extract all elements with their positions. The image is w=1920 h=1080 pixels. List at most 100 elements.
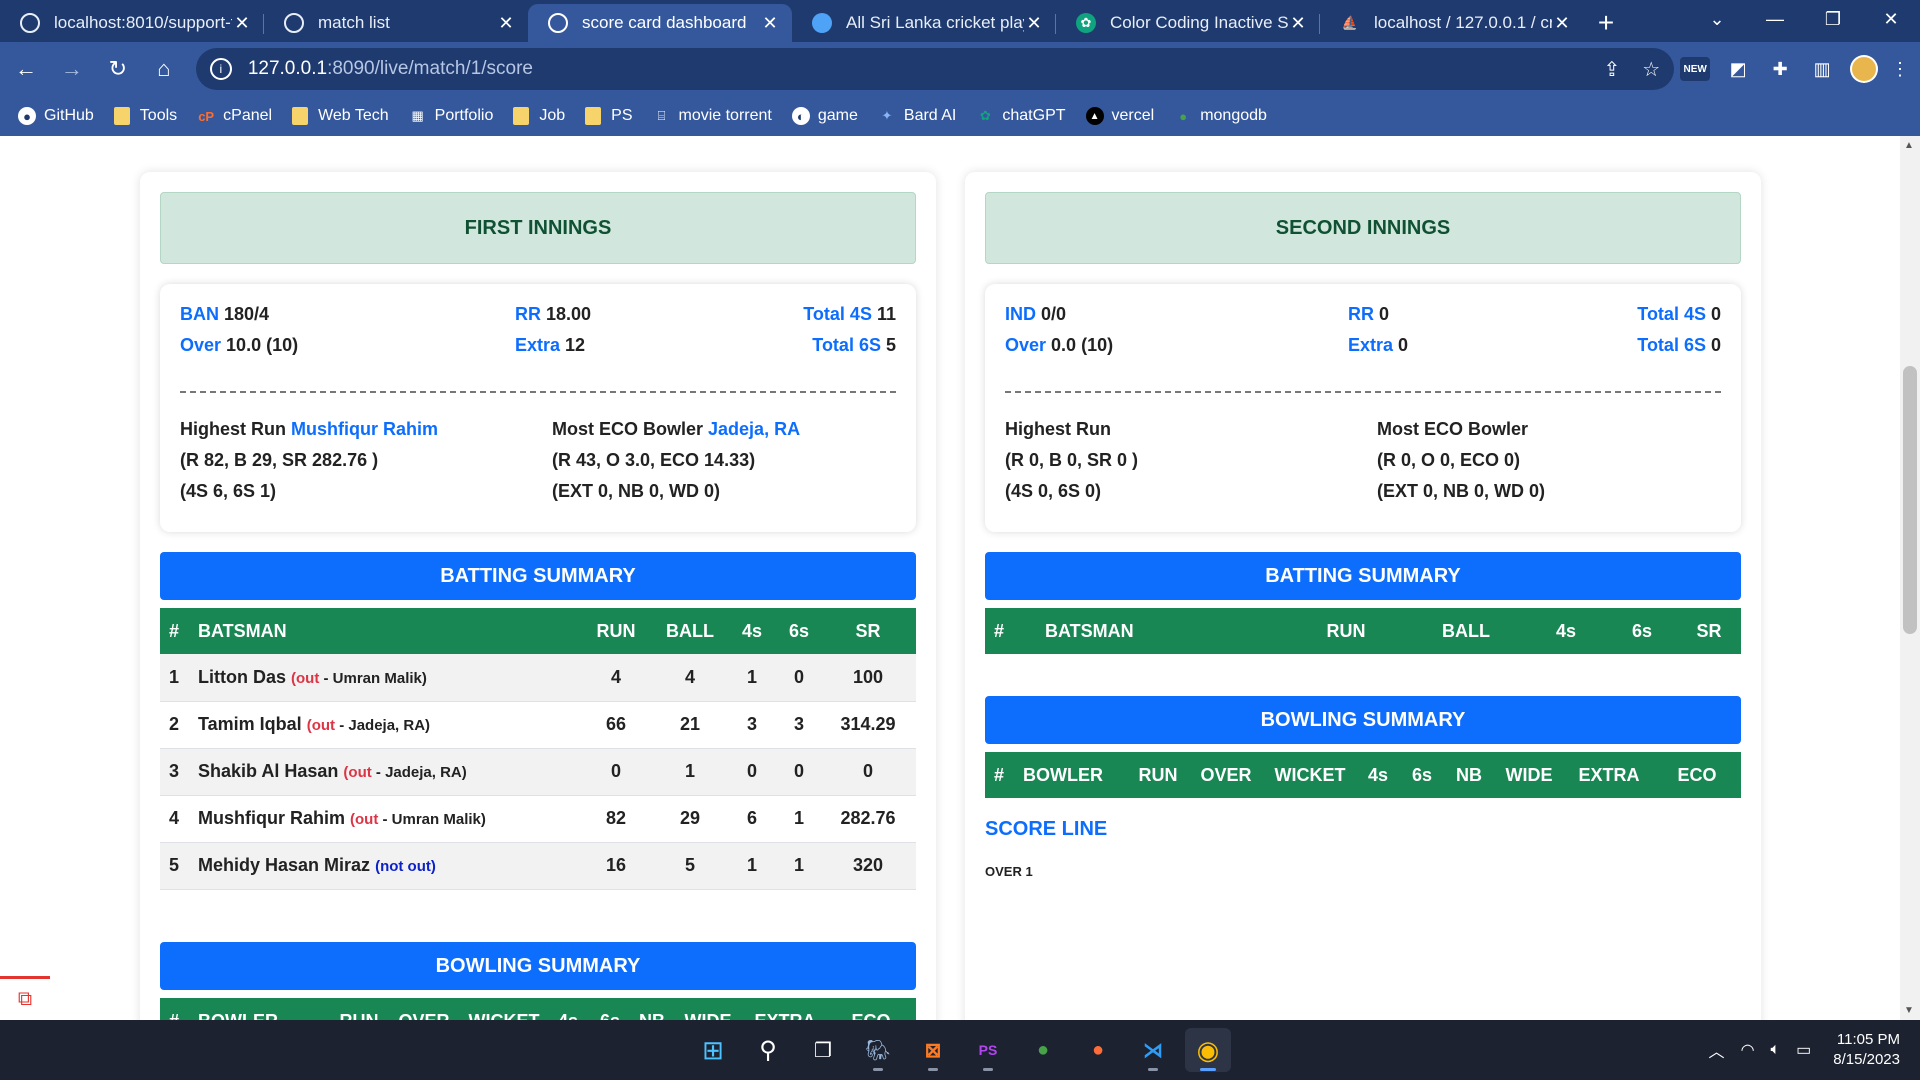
sixes-cell: 1 (778, 795, 820, 843)
bookmark-job[interactable]: Job (513, 107, 565, 125)
over-value: 0.0 (10) (1051, 335, 1114, 355)
extension-icon[interactable]: ◩ (1718, 49, 1758, 89)
start-icon[interactable]: ⊞ (690, 1028, 736, 1072)
batting-summary-bar: BATTING SUMMARY (985, 552, 1741, 600)
dismissed-by: - Jadeja, RA) (371, 764, 467, 781)
system-tray: ︿ ◠ 🔈︎ ▭ 11:05 PM 8/15/2023 (1709, 1030, 1900, 1070)
row-number: 3 (160, 748, 198, 796)
first-innings-panel: FIRST INNINGS BAN 180/4 RR 18.00 Total 4… (140, 172, 936, 1020)
eco-bowler-stats: (R 0, O 0, ECO 0) (1377, 450, 1521, 470)
new-extension-icon[interactable]: NEW (1680, 57, 1711, 81)
table-header-row: # BATSMAN RUN BALL 4s 6s SR (985, 608, 1741, 654)
close-icon[interactable]: ✕ (1024, 13, 1044, 34)
postman-icon[interactable]: ● (1075, 1028, 1121, 1072)
ball-cell: 1 (654, 748, 726, 796)
wifi-icon[interactable]: ◠ (1741, 1040, 1755, 1060)
folder-icon (292, 107, 309, 125)
xampp-icon[interactable]: ⊠ (910, 1028, 956, 1072)
bookmark-tools[interactable]: Tools (113, 107, 177, 125)
scrollbar-thumb[interactable] (1903, 366, 1917, 634)
browser-tab-4[interactable]: All Sri Lanka cricket players, ✕ (792, 4, 1056, 42)
cpanel-icon: cP (198, 108, 215, 124)
vscode-icon[interactable]: ⋊ (1130, 1028, 1176, 1072)
bookmark-cpanel[interactable]: cP cPanel (197, 107, 272, 125)
chrome-icon[interactable]: ◉ (1185, 1028, 1231, 1072)
tab-search-icon[interactable]: ⌄ (1688, 0, 1746, 38)
browser-tab-1[interactable]: localhost:8010/support-tick ✕ (0, 4, 264, 42)
page-viewport: FIRST INNINGS BAN 180/4 RR 18.00 Total 4… (0, 136, 1920, 1020)
folder-icon (585, 107, 602, 125)
url-host: 127.0.0.1 (247, 58, 328, 79)
vercel-icon: ▲ (1085, 107, 1104, 125)
mongodb-compass-icon[interactable]: ● (1020, 1028, 1066, 1072)
browser-tab-2[interactable]: match list ✕ (264, 4, 528, 42)
volume-icon[interactable]: 🔈︎ (1771, 1041, 1781, 1059)
bookmark-github[interactable]: ● GitHub (18, 107, 94, 125)
bookmark-mongodb[interactable]: ● mongodb (1174, 107, 1267, 125)
forward-icon[interactable]: → (52, 49, 92, 89)
run-cell: 16 (578, 842, 654, 890)
minimize-button[interactable]: — (1746, 0, 1804, 38)
home-icon[interactable]: ⌂ (144, 49, 184, 89)
browser-tab-6[interactable]: ⛵ localhost / 127.0.0.1 / crick ✕ (1320, 4, 1584, 42)
side-panel-icon[interactable]: ▥ (1802, 49, 1842, 89)
scroll-down-icon[interactable]: ▼ (1904, 1005, 1914, 1016)
divider (180, 391, 896, 393)
highest-run-player: Mushfiqur Rahim (291, 419, 439, 439)
highest-run-boundaries: (4S 0, 6S 0) (1005, 481, 1102, 501)
phpstorm-icon[interactable]: PS (965, 1028, 1011, 1072)
bookmark-star-icon[interactable]: ☆ (1642, 57, 1660, 82)
close-icon[interactable]: ✕ (232, 13, 252, 34)
new-tab-button[interactable]: + (1584, 4, 1628, 42)
browser-tab-5[interactable]: ✿ Color Coding Inactive Statu ✕ (1056, 4, 1320, 42)
team-score: 0/0 (1041, 304, 1067, 324)
bookmark-ps[interactable]: PS (585, 107, 632, 125)
bookmark-chatgpt[interactable]: ✿ chatGPT (976, 107, 1066, 125)
browser-tab-bar: localhost:8010/support-tick ✕ match list… (0, 0, 1920, 42)
battery-icon[interactable]: ▭ (1796, 1040, 1811, 1060)
close-icon[interactable]: ✕ (760, 13, 780, 34)
bookmark-bard-ai[interactable]: ✦ Bard AI (878, 107, 956, 125)
menu-kebab-icon[interactable]: ⋮ (1880, 49, 1920, 89)
restore-button[interactable]: ❐ (1804, 0, 1862, 38)
extensions-puzzle-icon[interactable]: ✚ (1760, 49, 1800, 89)
score-line-title: SCORE LINE (985, 818, 1108, 840)
over-label: Over (180, 335, 222, 355)
close-icon[interactable]: ✕ (1288, 13, 1308, 34)
address-bar[interactable]: i 127.0.0.1:8090/live/match/1/score ⇪ ☆ (195, 48, 1675, 90)
table-row: 1 Litton Das (out - Umran Malik) 4 4 1 0 100 (160, 654, 916, 702)
laravel-debugbar-icon[interactable]: ⧉ (0, 976, 50, 1020)
share-icon[interactable]: ⇪ (1604, 57, 1621, 82)
bookmark-web-tech[interactable]: Web Tech (292, 107, 389, 125)
browser-tab-3-active[interactable]: score card dashboard ✕ (528, 4, 792, 42)
col-header: BALL (1407, 608, 1525, 654)
search-icon[interactable]: ⚲ (745, 1028, 791, 1072)
bookmark-vercel[interactable]: ▲ vercel (1085, 107, 1154, 125)
scroll-up-icon[interactable]: ▲ (1904, 140, 1914, 151)
profile-avatar[interactable] (1850, 55, 1879, 83)
col-header: WIDE (672, 998, 744, 1020)
site-info-icon[interactable]: i (209, 58, 232, 80)
close-window-button[interactable]: ✕ (1862, 0, 1920, 38)
reload-icon[interactable]: ↻ (98, 49, 138, 89)
back-icon[interactable]: ← (6, 49, 46, 89)
task-view-icon[interactable]: ❐ (800, 1028, 846, 1072)
col-header: 6s (778, 608, 820, 654)
highest-run-stats: (R 82, B 29, SR 282.76 ) (180, 450, 379, 470)
close-icon[interactable]: ✕ (1552, 13, 1572, 34)
ball-cell: 5 (654, 842, 726, 890)
bookmark-game[interactable]: ◐ game (791, 107, 858, 125)
clock[interactable]: 11:05 PM 8/15/2023 (1833, 1030, 1900, 1070)
bookmark-movie-torrent[interactable]: ⌸ movie torrent (652, 107, 772, 125)
page-scrollbar[interactable]: ▲ ▼ (1900, 136, 1920, 1020)
close-icon[interactable]: ✕ (496, 13, 516, 34)
postgres-icon[interactable]: 🐘︎ (855, 1028, 901, 1072)
col-header: BATSMAN (1045, 608, 1285, 654)
batsman-cell: Mehidy Hasan Miraz (not out) (198, 842, 578, 890)
dismissal-status: (not out) (375, 858, 436, 875)
batsman-cell: Shakib Al Hasan (out - Jadeja, RA) (198, 748, 578, 796)
bookmark-portfolio[interactable]: ▦ Portfolio (409, 107, 493, 125)
col-header: RUN (330, 998, 388, 1020)
chevron-up-icon[interactable]: ︿ (1709, 1038, 1725, 1062)
eco-bowler-extras: (EXT 0, NB 0, WD 0) (1377, 481, 1546, 501)
